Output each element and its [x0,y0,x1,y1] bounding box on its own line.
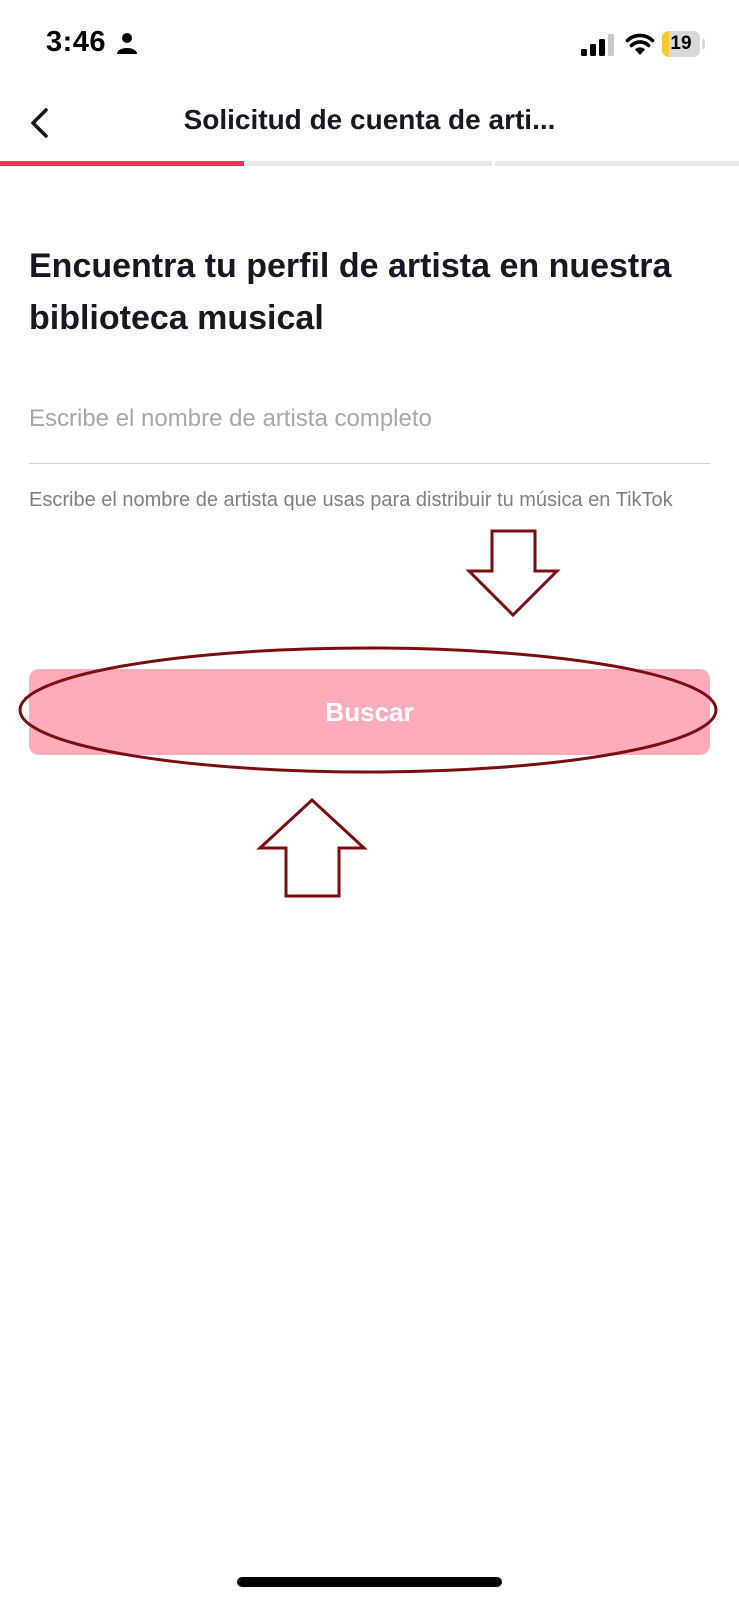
battery-icon: 19 [662,31,706,57]
input-divider [29,463,710,464]
progress-bar [0,161,739,167]
down-arrow [465,529,561,618]
signal-icon [581,34,614,56]
artist-name-input[interactable] [29,395,709,443]
progress-step-1 [0,161,244,166]
progress-step-2 [247,161,492,166]
battery-level: 19 [670,33,692,54]
nav-bar: Solicitud de cuenta de arti... [0,90,739,160]
helper-text: Escribe el nombre de artista que usas pa… [29,489,673,511]
page-title: Solicitud de cuenta de arti... [183,104,556,135]
progress-step-3 [495,161,739,166]
back-button[interactable] [20,102,64,146]
home-indicator [237,1577,502,1587]
status-time: 3:46 [46,26,107,58]
status-bar: 3:46 19 [0,0,739,90]
battery-body: 19 [662,31,700,57]
person-icon [117,33,137,54]
section-heading: Encuentra tu perfil de artista en nuestr… [29,247,672,337]
wifi-icon [625,33,655,55]
chevron-left-icon [31,108,48,138]
search-button[interactable]: Buscar [29,669,710,755]
up-arrow [256,797,368,898]
battery-tip [702,39,705,49]
